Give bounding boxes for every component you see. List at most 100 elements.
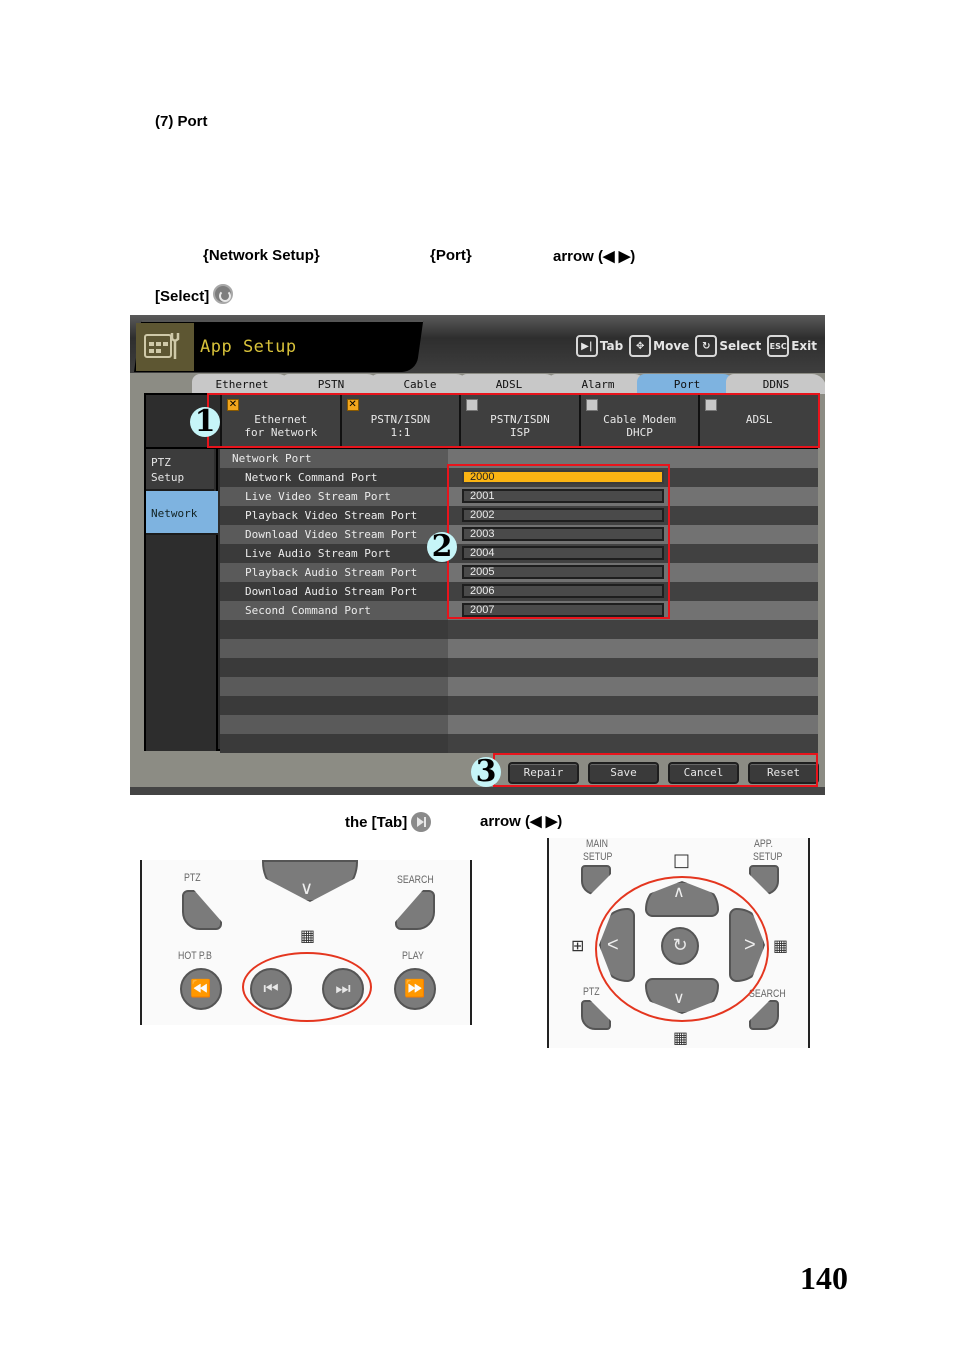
save-button[interactable]: Save [588, 762, 659, 784]
port-grid: Network Port Network Command Port 2000 L… [220, 449, 818, 753]
port-label: Second Command Port [220, 601, 448, 620]
value-cell: 2004 [448, 544, 818, 563]
side-menu: PTZ Setup Network [146, 449, 218, 751]
conn-label: PSTN/ISDN [370, 413, 431, 426]
port-row: Download Video Stream Port 2003 [220, 525, 818, 544]
empty-row [220, 620, 818, 639]
value-cell [448, 449, 818, 468]
conn-ethernet[interactable]: ✕ Ethernet for Network [220, 395, 340, 447]
conn-adsl[interactable]: ADSL [698, 395, 818, 447]
title-bar: App Setup ▶| Tab ✥ Move ↻ Select ESC Exit [130, 315, 825, 373]
label-play: PLAY [402, 950, 424, 962]
tab-pstn[interactable]: PSTN [281, 374, 381, 394]
empty-row [220, 696, 818, 715]
port-input-live-audio[interactable]: 2004 [462, 546, 664, 560]
value-cell: 2002 [448, 506, 818, 525]
conn-cable-modem[interactable]: Cable Modem DHCP [578, 395, 699, 447]
label-hot-pb: HOT P.B [178, 950, 212, 962]
label-ptz: PTZ [184, 872, 201, 884]
port-label: Network Command Port [220, 468, 448, 487]
conn-sublabel: 1:1 [390, 426, 411, 439]
tab-alarm[interactable]: Alarm [548, 374, 648, 394]
nine-view-icon: ▦ [773, 936, 789, 955]
port-input-download-audio[interactable]: 2006 [462, 584, 664, 598]
tab-adsl[interactable]: ADSL [459, 374, 559, 394]
hint-label: Tab [599, 339, 624, 353]
port-row: Live Video Stream Port 2001 [220, 487, 818, 506]
port-input-network-command[interactable]: 2000 [462, 470, 664, 484]
label-app-setup: SETUP [753, 851, 783, 863]
menu-path-text: {Network Setup} [203, 247, 320, 264]
tab-ddns[interactable]: DDNS [726, 374, 825, 394]
checkbox-pstn-isp[interactable] [466, 399, 479, 411]
grid-icon: ▦ [673, 1028, 689, 1047]
tab-text: the [Tab] [345, 814, 408, 831]
empty-row [220, 677, 818, 696]
side-item-network[interactable]: Network [146, 491, 218, 535]
select-instruction: [Select] [155, 284, 234, 305]
value-cell: 2007 [448, 601, 818, 620]
chevron-down-icon: ∨ [300, 878, 314, 898]
app-title: App Setup [200, 337, 297, 357]
cancel-button[interactable]: Cancel [668, 762, 739, 784]
checkbox-ethernet[interactable]: ✕ [227, 399, 239, 411]
callout-2: 2 [427, 532, 457, 562]
port-row: Playback Audio Stream Port 2005 [220, 563, 818, 582]
repair-button[interactable]: Repair [508, 762, 579, 784]
highlight-ellipse [595, 876, 769, 1022]
conn-pstn-1to1[interactable]: ✕ PSTN/ISDN 1:1 [339, 395, 460, 447]
port-label: Live Video Stream Port [220, 487, 448, 506]
conn-pstn-isp[interactable]: PSTN/ISDN ISP [459, 395, 579, 447]
tab-key-icon: ▶| [575, 335, 598, 357]
select-key-icon: ↻ [695, 335, 718, 357]
port-input-playback-video[interactable]: 2002 [462, 508, 664, 522]
callout-1: 1 [190, 407, 220, 437]
port-input-live-video[interactable]: 2001 [462, 489, 664, 503]
conn-label: PSTN/ISDN [490, 413, 550, 426]
hint-exit: ESC Exit [767, 335, 817, 357]
port-label: Download Audio Stream Port [220, 582, 448, 601]
port-label: Live Audio Stream Port [220, 544, 448, 563]
label-search: SEARCH [397, 874, 434, 886]
label-search: SEARCH [749, 988, 786, 1000]
label-app: APP. [754, 838, 773, 850]
tab-ethernet[interactable]: Ethernet [192, 374, 292, 394]
checkbox-cable-modem[interactable] [585, 399, 598, 411]
port-input-playback-audio[interactable]: 2005 [462, 565, 664, 579]
reset-button[interactable]: Reset [748, 762, 819, 784]
key-hints: ▶| Tab ✥ Move ↻ Select ESC Exit [575, 335, 817, 357]
search-button [395, 890, 435, 930]
tab-port[interactable]: Port [637, 374, 737, 394]
rewind-icon: ⏪ [180, 968, 222, 1010]
empty-row [220, 658, 818, 677]
value-cell: 2000 [448, 468, 818, 487]
hint-label: Select [719, 339, 762, 353]
remote-image-left: ∨ PTZ SEARCH ▦ HOT P.B PLAY ⏪ ⏮ ⏭ ⏩ [140, 860, 472, 1025]
label-ptz: PTZ [583, 986, 600, 998]
esc-key-icon: ESC [767, 335, 790, 357]
fast-forward-icon: ⏩ [394, 968, 436, 1010]
app-setup-icon [144, 333, 180, 359]
checkbox-adsl[interactable] [705, 399, 718, 411]
checkbox-pstn-1to1[interactable]: ✕ [346, 399, 359, 411]
callout-3: 3 [471, 757, 501, 787]
menu-item-text: {Port} [430, 247, 472, 264]
conn-sublabel: DHCP [626, 426, 653, 439]
port-input-download-video[interactable]: 2003 [462, 527, 664, 541]
port-input-second-command[interactable]: 2007 [462, 603, 664, 617]
hint-label: Exit [791, 339, 817, 353]
port-label: Download Video Stream Port [220, 525, 448, 544]
group-header: Network Port [220, 449, 448, 468]
hint-select: ↻ Select [695, 335, 761, 357]
tab-cable[interactable]: Cable [370, 374, 470, 394]
highlight-ellipse [242, 952, 372, 1022]
side-item-ptz-setup[interactable]: PTZ Setup [146, 449, 214, 491]
conn-label: Cable Modem [603, 413, 676, 426]
value-cell: 2005 [448, 563, 818, 582]
port-label: Playback Video Stream Port [220, 506, 448, 525]
settings-panel: ✕ Ethernet for Network ✕ PSTN/ISDN 1:1 P… [144, 393, 818, 753]
empty-row [220, 715, 818, 734]
section-title: (7) Port [155, 113, 208, 130]
select-button-icon [213, 284, 234, 304]
value-cell: 2006 [448, 582, 818, 601]
